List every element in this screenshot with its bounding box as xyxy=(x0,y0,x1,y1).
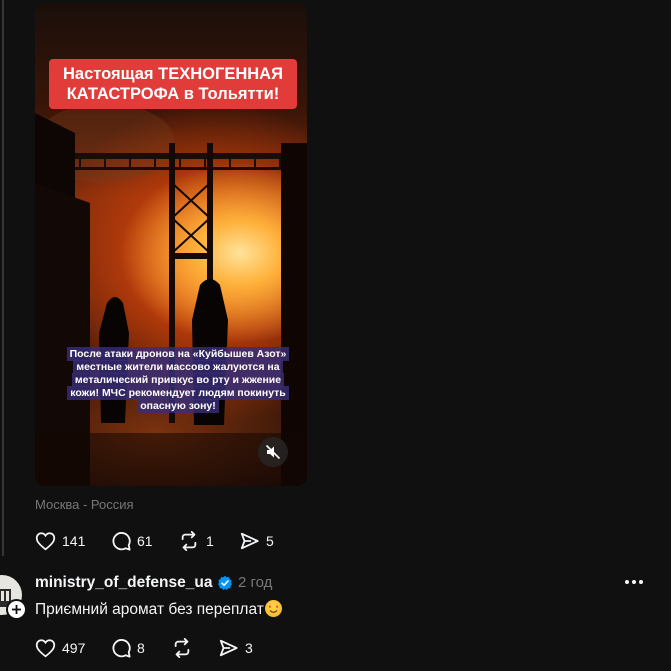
reply-reply-button[interactable]: 8 xyxy=(111,638,145,658)
comment-icon xyxy=(112,639,131,658)
video-caption-text: После атаки дронов на «Куйбышев Азот» ме… xyxy=(66,347,290,413)
repost-icon xyxy=(181,531,197,551)
send-icon xyxy=(219,639,238,657)
video-title-banner: Настоящая ТЕХНОГЕННАЯ КАТАСТРОФА в Толья… xyxy=(49,59,297,109)
reply-username[interactable]: ministry_of_defense_ua xyxy=(35,574,212,592)
reply-share-count: 3 xyxy=(245,640,253,656)
video-title-line1: Настоящая ТЕХНОГЕННАЯ xyxy=(63,65,283,83)
repost-button[interactable]: 1 xyxy=(178,531,214,551)
like-count: 141 xyxy=(62,533,86,549)
repost-icon xyxy=(174,638,190,658)
like-button[interactable]: 141 xyxy=(35,531,85,551)
more-options-icon[interactable] xyxy=(624,579,644,585)
mute-button[interactable] xyxy=(258,437,288,467)
reply-like-count: 497 xyxy=(62,640,86,656)
verified-badge-icon xyxy=(218,575,232,590)
thread-line xyxy=(2,0,4,556)
volume-muted-icon xyxy=(265,444,281,460)
reply-timestamp[interactable]: 2 год xyxy=(238,574,272,591)
comment-icon xyxy=(112,532,131,551)
share-count: 5 xyxy=(266,533,274,549)
post-video[interactable]: Настоящая ТЕХНОГЕННАЯ КАТАСТРОФА в Толья… xyxy=(35,3,307,486)
video-caption: После атаки дронов на «Куйбышев Азот» ме… xyxy=(65,347,291,413)
follow-button[interactable] xyxy=(6,599,27,620)
heart-icon xyxy=(35,639,56,658)
share-button[interactable]: 5 xyxy=(239,531,274,551)
smiling-face-with-heart-eyes-icon xyxy=(264,600,282,617)
reply-button[interactable]: 61 xyxy=(111,531,153,551)
post-location[interactable]: Москва - Россия xyxy=(35,497,134,512)
reply-like-button[interactable]: 497 xyxy=(35,638,85,658)
reply-content: Приємний аромат без переплат xyxy=(35,600,282,619)
repost-count: 1 xyxy=(206,533,214,549)
send-icon xyxy=(240,532,259,550)
reply-text: Приємний аромат без переплат xyxy=(35,601,264,618)
video-title-line2: КАТАСТРОФА в Тольятти! xyxy=(66,85,280,103)
reply-repost-button[interactable] xyxy=(171,638,199,658)
reply-count: 61 xyxy=(137,533,153,549)
plus-icon xyxy=(12,605,21,614)
reply-reply-count: 8 xyxy=(137,640,145,656)
heart-icon xyxy=(35,532,56,551)
reply-share-button[interactable]: 3 xyxy=(218,638,253,658)
